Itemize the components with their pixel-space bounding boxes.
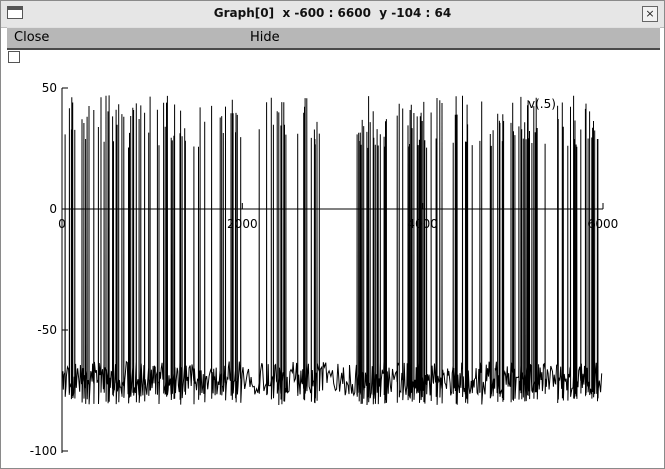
x-tick-label: 2000 xyxy=(227,217,258,231)
voltage-trace-line xyxy=(62,95,603,406)
voltage-trace xyxy=(62,95,603,406)
series-legend: v(.5) xyxy=(528,97,556,111)
y-tick-label: -50 xyxy=(37,323,57,337)
y-tick-label: 50 xyxy=(42,81,57,95)
voltage-plot: 500-50-1000 2000 4000 6000 v(.5) xyxy=(30,81,619,458)
y-tick-label: -100 xyxy=(30,444,57,458)
y-tick-label: 0 xyxy=(49,202,57,216)
